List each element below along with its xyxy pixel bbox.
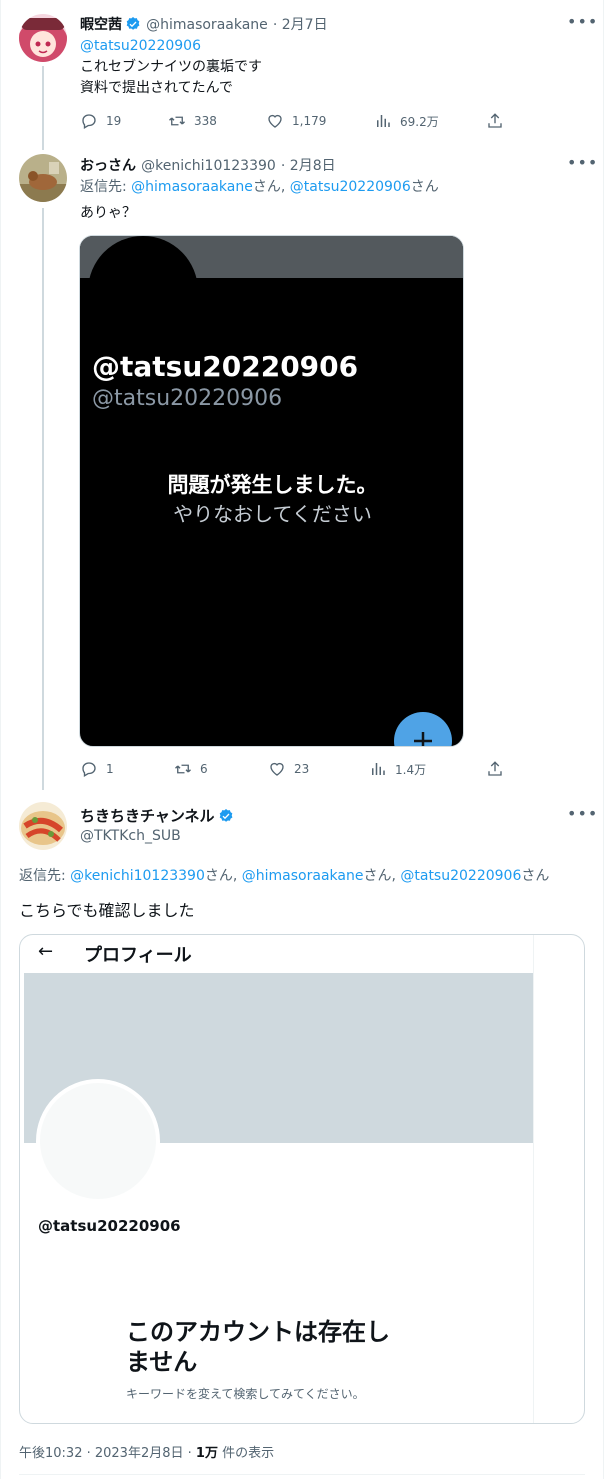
reply-icon (82, 114, 96, 129)
media-avatar (88, 236, 198, 346)
mention-link[interactable]: @tatsu20220906 (290, 179, 411, 195)
reply-prefix: 返信先: (19, 868, 66, 884)
mention-link[interactable]: @himasoraakane (242, 868, 364, 884)
reply-icon (82, 762, 96, 777)
share-button[interactable] (486, 760, 504, 778)
author-handle[interactable]: @TKTKch_SUB (80, 828, 181, 844)
media-error-subtitle: やりなおしてください (173, 502, 372, 526)
views-button[interactable]: 69.2万 (374, 112, 439, 130)
reply-prefix: 返信先: (80, 179, 127, 195)
empty-state-title: このアカウントは存在し ません (126, 1317, 390, 1377)
media-error-title: 問題が発生しました。 (167, 473, 378, 497)
reply-suffix: さん (521, 868, 550, 884)
profile-handle: @tatsu20220906 (38, 1217, 181, 1235)
tweet-header: 暇空茜 @himasoraakane · 2月7日 (80, 14, 328, 34)
tweet-actions: 19 338 1,179 69.2万 (80, 112, 510, 132)
views-icon (372, 763, 385, 775)
retweet-icon (175, 764, 191, 774)
empty-state-subtitle: キーワードを変えて検索してみてください。 (126, 1387, 365, 1401)
media-handle-large: @tatsu20220906 (92, 350, 359, 383)
empty-state-title-line: このアカウントは存在し (126, 1318, 390, 1346)
reply-suffix: さん (410, 179, 439, 195)
reply-button[interactable]: 1 (80, 760, 114, 778)
tweet-header: おっさん @kenichi10123390 · 2月8日 (80, 155, 336, 175)
back-arrow-icon: ← (38, 941, 54, 962)
share-icon (488, 761, 502, 776)
profile-avatar (36, 1079, 160, 1203)
mention-link[interactable]: @tatsu20220906 (80, 36, 262, 57)
author-name[interactable]: ちきちきチャンネル (80, 807, 215, 825)
more-icon[interactable]: ••• (567, 804, 598, 823)
author-name[interactable]: おっさん (80, 158, 136, 174)
reply-suffix: さん, (252, 179, 286, 195)
tweet-date[interactable]: · 2月7日 (273, 17, 328, 33)
tweet-line: これセブンナイツの裏垢です (80, 59, 262, 75)
views-icon (377, 115, 390, 127)
tweet-media[interactable]: @tatsu20220906 @tatsu20220906 問題が発生しました。… (79, 235, 464, 747)
plus-icon (394, 712, 452, 746)
views-count: 69.2万 (400, 114, 439, 129)
avatar[interactable] (19, 154, 67, 202)
like-button[interactable]: 23 (268, 760, 309, 778)
tweet-text: @tatsu20220906 これセブンナイツの裏垢です 資料で提出されてたんで (80, 36, 262, 99)
author-name[interactable]: 暇空茜 (80, 17, 122, 33)
mention-link[interactable]: @himasoraakane (131, 179, 253, 195)
profile-header-title: プロフィール (84, 945, 192, 966)
retweet-count: 6 (200, 762, 208, 776)
like-button[interactable]: 1,179 (266, 112, 326, 130)
avatar[interactable] (19, 14, 67, 62)
like-icon (268, 114, 282, 128)
tweet-text: こちらでも確認しました (19, 901, 195, 920)
retweet-count: 338 (194, 114, 217, 128)
retweet-button[interactable]: 6 (174, 760, 208, 778)
author-handle[interactable]: @kenichi10123390 (141, 158, 276, 174)
like-icon (270, 762, 284, 776)
divider (19, 1474, 585, 1475)
reply-count: 1 (106, 762, 114, 776)
views-count: 1.4万 (395, 762, 427, 777)
reply-to-line: 返信先: @himasoraakaneさん, @tatsu20220906さん (80, 177, 439, 198)
thread-line (42, 66, 44, 150)
more-icon[interactable]: ••• (567, 153, 598, 172)
share-button[interactable] (486, 112, 504, 130)
reply-suffix: さん, (204, 868, 238, 884)
mention-link[interactable]: @kenichi10123390 (70, 868, 205, 884)
reply-button[interactable]: 19 (80, 112, 121, 130)
more-icon[interactable]: ••• (567, 12, 598, 31)
tweet-actions: 1 6 23 1.4万 (80, 760, 510, 780)
tweet-header: ちきちきチャンネル (80, 805, 234, 826)
tweet-timestamp[interactable]: 午後10:32 · 2023年2月8日 · (19, 1446, 192, 1461)
reply-count: 19 (106, 114, 122, 128)
empty-state-title-line: ません (126, 1348, 198, 1376)
mention-link[interactable]: @tatsu20220906 (400, 868, 521, 884)
author-handle[interactable]: @himasoraakane (146, 17, 268, 33)
views-button[interactable]: 1.4万 (369, 760, 426, 778)
view-label: 件の表示 (222, 1446, 275, 1461)
view-count: 1万 (195, 1446, 218, 1461)
thread-line (42, 208, 44, 790)
tweet-line: 資料で提出されてたんで (80, 80, 233, 96)
reply-to-line: 返信先: @kenichi10123390さん, @himasoraakaneさ… (19, 866, 549, 887)
verified-icon (219, 809, 232, 822)
retweet-icon (169, 116, 185, 126)
share-icon (488, 113, 502, 128)
reply-suffix: さん, (363, 868, 396, 884)
tweet-date[interactable]: · 2月8日 (281, 158, 336, 174)
tweet-meta: 午後10:32 · 2023年2月8日 · 1万 件の表示 (19, 1442, 274, 1461)
tweet-media[interactable]: ← プロフィール @tatsu20220906 このアカウントは存在し ません … (19, 934, 585, 1424)
timeline: 暇空茜 @himasoraakane · 2月7日 ••• @tatsu2022… (0, 0, 604, 1479)
like-count: 1,179 (292, 114, 327, 128)
media-handle-small: @tatsu20220906 (92, 386, 283, 411)
retweet-button[interactable]: 338 (168, 112, 217, 130)
tweet-text: ありゃ？ (80, 205, 136, 221)
like-count: 23 (294, 762, 310, 776)
avatar[interactable] (19, 802, 67, 850)
verified-icon (126, 17, 140, 30)
